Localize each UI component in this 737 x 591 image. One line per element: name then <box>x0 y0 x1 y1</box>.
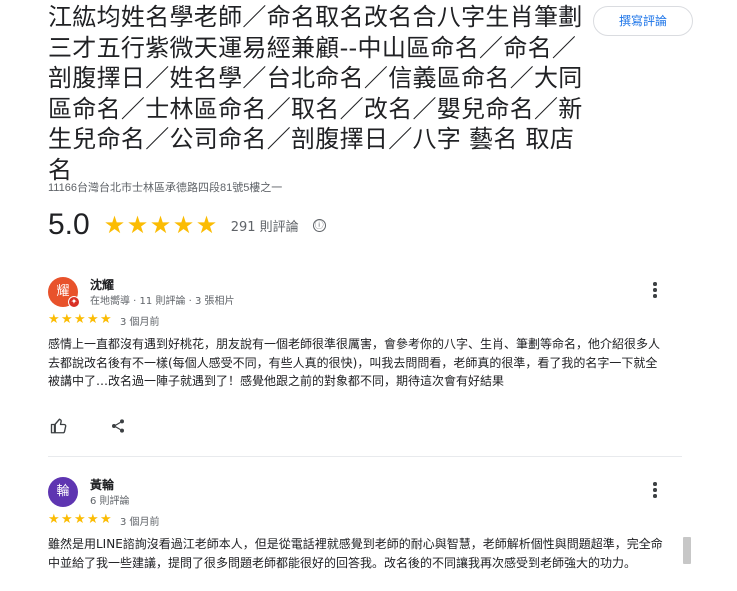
review-date: 3 個月前 <box>120 517 160 528</box>
star-icon: ★ <box>87 512 99 527</box>
more-vertical-icon[interactable] <box>652 282 658 300</box>
reviewer-meta[interactable]: 6 則評論 <box>90 492 130 507</box>
share-icon[interactable] <box>110 418 126 434</box>
review-text: 雖然是用LINE諮詢沒看過江老師本人，但是從電話裡就感覺到老師的耐心與智慧，老師… <box>48 537 663 570</box>
star-icon: ★ <box>195 211 218 239</box>
write-review-button[interactable]: 撰寫評論 <box>593 6 693 36</box>
place-title: 江紘均姓名學老師／命名取名改名合八字生肖筆劃三才五行紫微天運易經兼顧--中山區命… <box>48 3 583 184</box>
star-icon: ★ <box>100 312 112 327</box>
review-divider <box>48 456 682 457</box>
star-icon: ★ <box>74 512 86 527</box>
info-icon[interactable]: ⓘ <box>312 218 326 232</box>
scrollbar-thumb[interactable] <box>683 537 691 564</box>
more-vertical-icon[interactable] <box>652 482 658 500</box>
review-text: 感情上一直都沒有遇到好桃花，朋友說有一個老師很準很厲害，會參考你的八字、生肖、筆… <box>48 337 661 388</box>
reviewer-meta[interactable]: 在地嚮導 · 11 則評論 · 3 張相片 <box>90 292 235 307</box>
star-icon: ★ <box>61 312 73 327</box>
reviewer-name[interactable]: 沈耀 <box>90 276 114 293</box>
avatar[interactable]: 輪 <box>48 477 78 507</box>
star-icon: ★ <box>103 211 126 239</box>
review-count[interactable]: 291 則評論 <box>231 216 299 235</box>
review-stars: ★ ★ ★ ★ ★ <box>48 313 113 327</box>
reviewer-name[interactable]: 黃輪 <box>90 476 114 493</box>
star-icon: ★ <box>48 512 60 527</box>
star-icon: ★ <box>126 211 149 239</box>
rating-value: 5.0 <box>48 208 90 241</box>
avatar-letter: 耀 <box>56 284 70 299</box>
star-icon: ★ <box>149 211 172 239</box>
rating-stars: ★ ★ ★ ★ ★ <box>104 213 219 237</box>
star-icon: ★ <box>172 211 195 239</box>
review-stars: ★ ★ ★ ★ ★ <box>48 513 113 527</box>
star-icon: ★ <box>87 312 99 327</box>
star-icon: ★ <box>100 512 112 527</box>
star-icon: ★ <box>48 312 60 327</box>
place-address: 11166台灣台北市士林區承德路四段81號5樓之一 <box>48 182 283 194</box>
local-guide-badge-icon: ✦ <box>68 296 80 308</box>
star-icon: ★ <box>74 312 86 327</box>
star-icon: ★ <box>61 512 73 527</box>
thumbs-up-icon[interactable] <box>50 417 68 435</box>
rating-summary: 5.0 ★ ★ ★ ★ ★ 291 則評論 ⓘ <box>48 208 326 242</box>
avatar-letter: 輪 <box>56 484 70 499</box>
review-date: 3 個月前 <box>120 317 160 328</box>
